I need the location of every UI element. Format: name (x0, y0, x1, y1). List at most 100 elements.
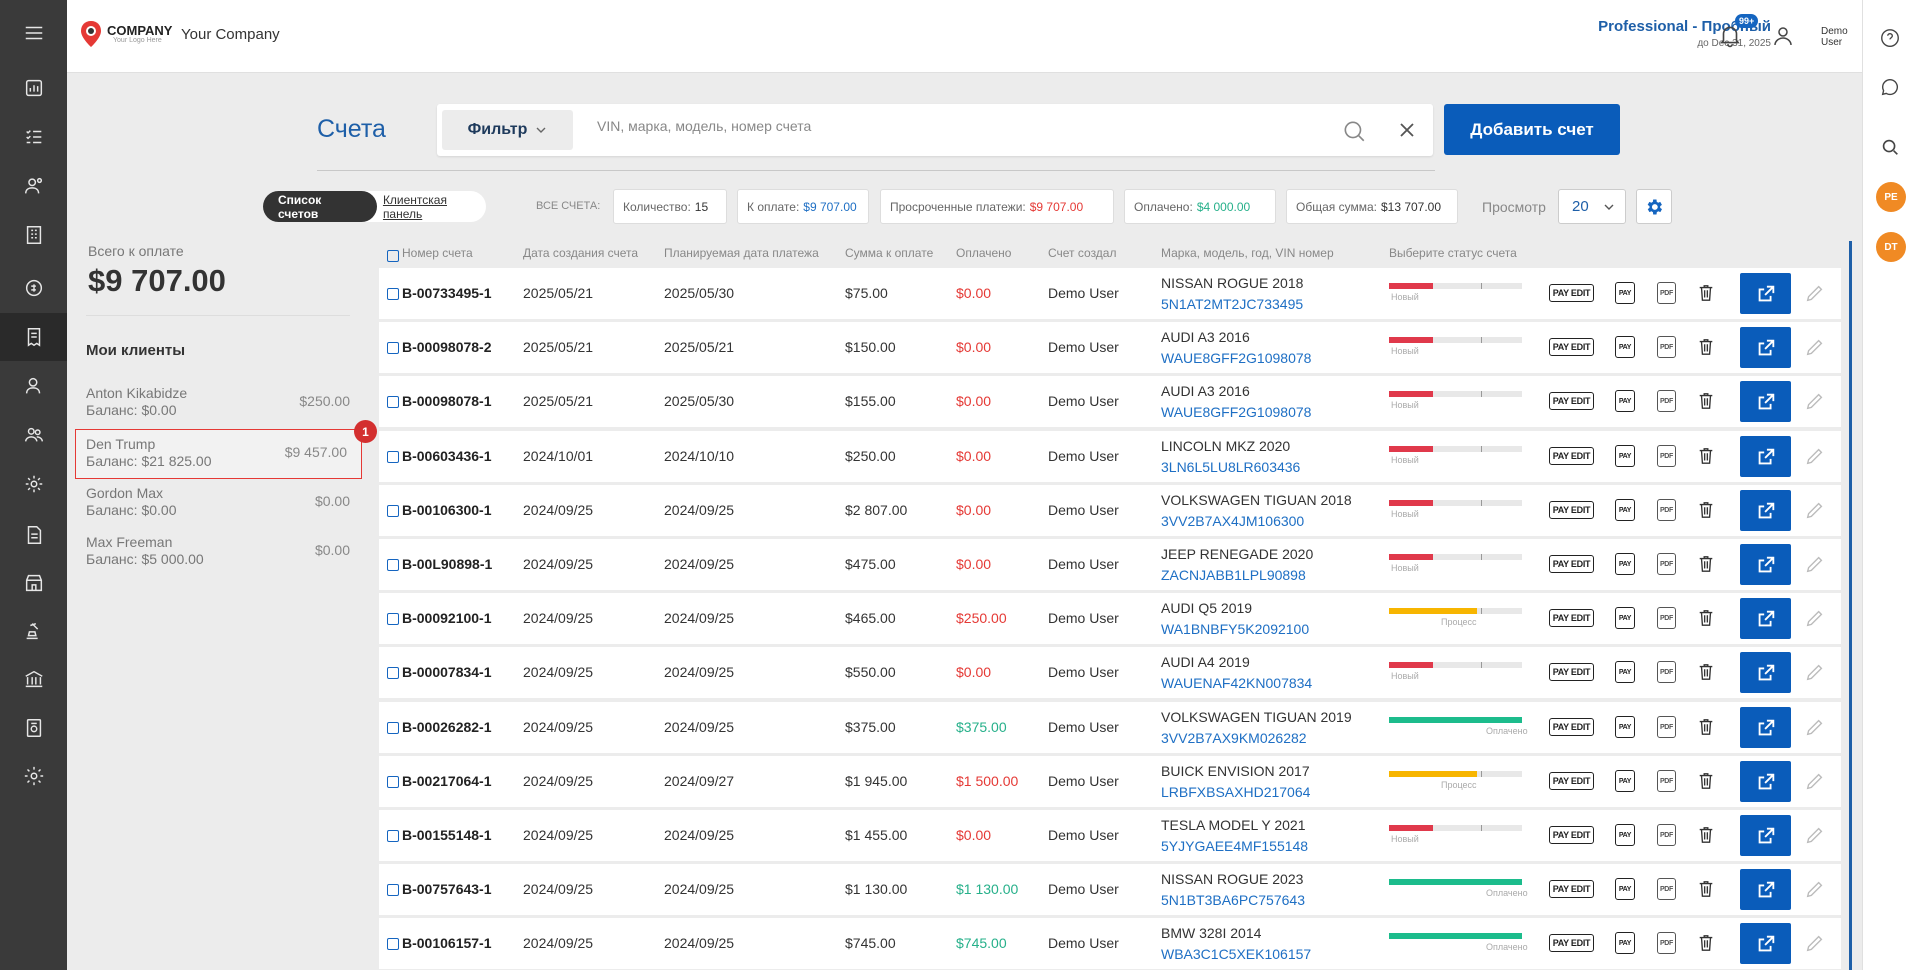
open-link-button[interactable] (1740, 869, 1791, 910)
invoice-number[interactable]: B-00733495-1 (402, 285, 492, 301)
pay-icon[interactable]: PAY (1615, 607, 1635, 629)
open-link-button[interactable] (1740, 815, 1791, 856)
pay-edit-icon[interactable]: PAY EDIT (1549, 663, 1594, 681)
invoices-icon[interactable] (0, 313, 67, 361)
client-item[interactable]: Anton Kikabidze Баланс: $0.00 $250.00 (86, 379, 366, 429)
pay-edit-icon[interactable]: PAY EDIT (1549, 447, 1594, 465)
open-link-button[interactable] (1740, 544, 1791, 585)
pdf-icon[interactable]: PDF (1657, 390, 1676, 412)
document-icon[interactable] (0, 511, 67, 559)
row-checkbox[interactable] (387, 775, 399, 791)
trash-icon[interactable] (1697, 445, 1715, 470)
open-link-button[interactable] (1740, 436, 1791, 477)
trash-icon[interactable] (1697, 824, 1715, 849)
tasks-icon[interactable] (0, 113, 67, 161)
chat-icon[interactable] (1879, 76, 1901, 98)
pay-icon[interactable]: PAY (1615, 770, 1635, 792)
company-logo[interactable]: COMPANY Your Logo Here (79, 20, 172, 48)
pay-edit-icon[interactable]: PAY EDIT (1549, 772, 1594, 790)
invoice-number[interactable]: B-00098078-2 (402, 339, 492, 355)
pencil-icon[interactable] (1804, 390, 1826, 415)
vin-link[interactable]: WAUE8GFF2G1098078 (1161, 404, 1311, 420)
pay-icon[interactable]: PAY (1615, 932, 1635, 954)
page-size-select[interactable]: 20 (1558, 189, 1626, 224)
table-row[interactable]: B-00098078-1 2025/05/21 2025/05/30 $155.00 $… (379, 376, 1841, 427)
filter-button[interactable]: Фильтр (442, 110, 573, 150)
row-checkbox[interactable] (387, 829, 399, 845)
open-link-button[interactable] (1740, 707, 1791, 748)
vin-link[interactable]: 5YJYGAEE4MF155148 (1161, 838, 1308, 854)
table-row[interactable]: B-00026282-1 2024/09/25 2024/09/25 $375.00 $… (379, 702, 1841, 753)
status-progress[interactable] (1389, 608, 1522, 614)
vin-link[interactable]: ZACNJABB1LPL90898 (1161, 567, 1306, 583)
pay-edit-icon[interactable]: PAY EDIT (1549, 880, 1594, 898)
row-checkbox[interactable] (387, 666, 399, 682)
pencil-icon[interactable] (1804, 716, 1826, 741)
close-icon[interactable] (1397, 120, 1417, 140)
pay-icon[interactable]: PAY (1615, 824, 1635, 846)
col-paid[interactable]: Оплачено (956, 246, 1011, 260)
pay-icon[interactable]: PAY (1615, 390, 1635, 412)
status-progress[interactable] (1389, 554, 1522, 560)
row-checkbox[interactable] (387, 558, 399, 574)
auction-icon[interactable] (0, 607, 67, 655)
row-checkbox[interactable] (387, 504, 399, 520)
pdf-icon[interactable]: PDF (1657, 553, 1676, 575)
row-checkbox[interactable] (387, 341, 399, 357)
pdf-icon[interactable]: PDF (1657, 282, 1676, 304)
pencil-icon[interactable] (1804, 499, 1826, 524)
store-icon[interactable] (0, 559, 67, 607)
col-created-date[interactable]: Дата создания счета (523, 246, 638, 260)
trash-icon[interactable] (1697, 661, 1715, 686)
settings-icon[interactable] (0, 752, 67, 800)
pay-edit-icon[interactable]: PAY EDIT (1549, 501, 1594, 519)
invoice-number[interactable]: B-00007834-1 (402, 664, 492, 680)
vin-link[interactable]: WAUE8GFF2G1098078 (1161, 350, 1311, 366)
client-item-selected[interactable]: Den Trump Баланс: $21 825.00 $9 457.00 (75, 429, 362, 479)
pencil-icon[interactable] (1804, 824, 1826, 849)
pencil-icon[interactable] (1804, 661, 1826, 686)
add-invoice-button[interactable]: Добавить счет (1444, 104, 1620, 155)
invoice-number[interactable]: B-00106157-1 (402, 935, 492, 951)
trash-icon[interactable] (1697, 282, 1715, 307)
trash-icon[interactable] (1697, 499, 1715, 524)
status-progress[interactable] (1389, 717, 1522, 723)
reports-icon[interactable] (0, 704, 67, 752)
row-checkbox[interactable] (387, 287, 399, 303)
col-planned-date[interactable]: Планируемая дата платежа (664, 246, 819, 260)
users-icon[interactable] (0, 411, 67, 459)
col-creator[interactable]: Счет создал (1048, 246, 1116, 260)
vin-link[interactable]: WBA3C1C5XEK106157 (1161, 946, 1311, 962)
avatar-dt[interactable]: DT (1876, 232, 1906, 262)
pay-edit-icon[interactable]: PAY EDIT (1549, 609, 1594, 627)
client-item[interactable]: Max Freeman Баланс: $5 000.00 $0.00 (86, 528, 366, 578)
vin-link[interactable]: WAUENAF42KN007834 (1161, 675, 1312, 691)
invoice-number[interactable]: B-00217064-1 (402, 773, 492, 789)
pay-edit-icon[interactable]: PAY EDIT (1549, 555, 1594, 573)
pencil-icon[interactable] (1804, 445, 1826, 470)
invoice-number[interactable]: B-00603436-1 (402, 448, 492, 464)
trash-icon[interactable] (1697, 932, 1715, 957)
user-name[interactable]: Demo User (1821, 26, 1848, 48)
status-progress[interactable] (1389, 283, 1522, 289)
pay-edit-icon[interactable]: PAY EDIT (1549, 718, 1594, 736)
open-link-button[interactable] (1740, 652, 1791, 693)
open-link-button[interactable] (1740, 598, 1791, 639)
table-row[interactable]: B-00603436-1 2024/10/01 2024/10/10 $250.00 $… (379, 431, 1841, 482)
trash-icon[interactable] (1697, 716, 1715, 741)
trash-icon[interactable] (1697, 770, 1715, 795)
pdf-icon[interactable]: PDF (1657, 499, 1676, 521)
invoice-number[interactable]: B-00026282-1 (402, 719, 492, 735)
scrollbar[interactable] (1849, 241, 1852, 970)
table-settings-button[interactable] (1636, 189, 1672, 224)
invoice-number[interactable]: B-00757643-1 (402, 881, 492, 897)
invoice-number[interactable]: B-00106300-1 (402, 502, 492, 518)
status-progress[interactable] (1389, 446, 1522, 452)
finance-icon[interactable] (0, 264, 67, 312)
table-row[interactable]: B-00733495-1 2025/05/21 2025/05/30 $75.00 $0… (379, 268, 1841, 319)
client-item[interactable]: Gordon Max Баланс: $0.00 $0.00 (86, 479, 366, 529)
pdf-icon[interactable]: PDF (1657, 878, 1676, 900)
row-checkbox[interactable] (387, 883, 399, 899)
pay-edit-icon[interactable]: PAY EDIT (1549, 826, 1594, 844)
invoice-number[interactable]: B-00098078-1 (402, 393, 492, 409)
